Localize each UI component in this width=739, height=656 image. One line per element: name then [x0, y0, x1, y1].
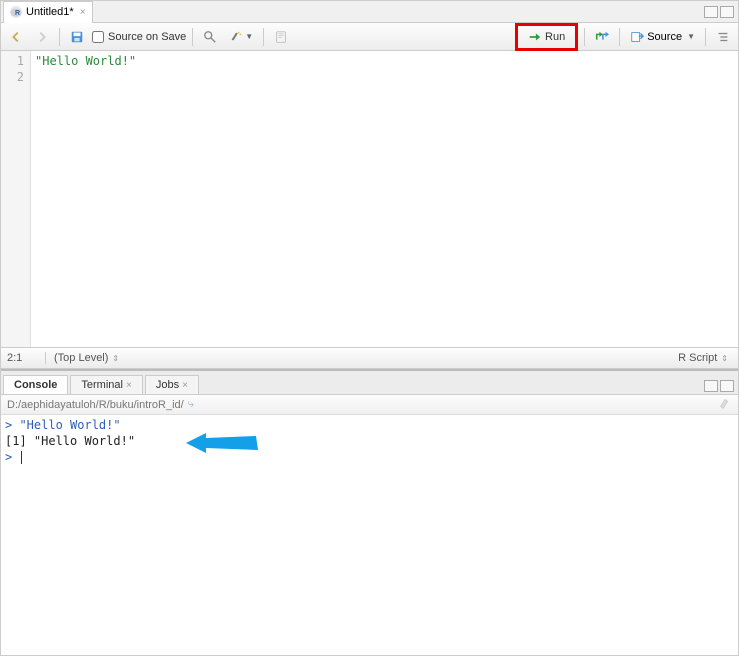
editor-toolbar: Source on Save ▼ Run Source ▼ — [1, 23, 738, 51]
find-replace-button[interactable] — [199, 26, 221, 48]
close-icon[interactable]: × — [80, 7, 86, 18]
editor-pane: 1 2 "Hello World!" — [1, 51, 738, 347]
forward-button[interactable] — [31, 26, 53, 48]
show-outline-button[interactable] — [712, 26, 734, 48]
clear-console-icon[interactable] — [718, 396, 732, 413]
scope-selector[interactable]: (Top Level)⇕ — [45, 352, 678, 364]
maximize-pane-icon[interactable] — [720, 380, 734, 392]
run-label: Run — [545, 31, 565, 43]
updown-icon: ⇕ — [112, 354, 119, 363]
console-output[interactable]: > "Hello World!" [1] "Hello World!" > — [1, 415, 738, 655]
console-pathbar: D:/aephidayatuloh/R/buku/introR_id/ ⤷ — [1, 395, 738, 415]
console-tabbar: Console Terminal × Jobs × — [1, 371, 738, 395]
line-number: 2 — [5, 69, 24, 85]
save-button[interactable] — [66, 26, 88, 48]
close-icon[interactable]: × — [182, 380, 188, 391]
r-script-icon: R — [10, 6, 22, 18]
source-on-save-checkbox[interactable]: Source on Save — [92, 31, 186, 43]
language-selector[interactable]: R Script⇕ — [678, 352, 732, 364]
file-tab-untitled1[interactable]: R Untitled1* × — [3, 1, 93, 23]
updown-icon: ⇕ — [721, 354, 728, 363]
bottom-panel: Console Terminal × Jobs × D:/aephidayatu… — [1, 369, 738, 655]
editor-gutter: 1 2 — [1, 51, 31, 347]
source-label: Source — [647, 31, 682, 43]
code-line: "Hello World!" — [35, 54, 136, 68]
svg-text:R: R — [15, 10, 20, 17]
cursor-position[interactable]: 2:1 — [7, 352, 45, 364]
cursor-icon — [21, 451, 22, 464]
minimize-pane-icon[interactable] — [704, 380, 718, 392]
editor-statusbar: 2:1 (Top Level)⇕ R Script⇕ — [1, 347, 738, 369]
goto-directory-icon[interactable]: ⤷ — [188, 398, 194, 411]
console-input-echo: "Hello World!" — [12, 418, 120, 432]
chevron-down-icon: ▼ — [687, 32, 695, 41]
console-result: [1] "Hello World!" — [5, 433, 734, 449]
code-editor[interactable]: "Hello World!" — [31, 51, 738, 347]
close-icon[interactable]: × — [126, 380, 132, 391]
run-button[interactable]: Run — [520, 26, 573, 48]
tab-jobs[interactable]: Jobs × — [145, 375, 199, 394]
console-pane-controls — [704, 380, 738, 394]
editor-pane-controls — [704, 6, 738, 18]
line-number: 1 — [5, 53, 24, 69]
editor-tabbar: R Untitled1* × — [1, 1, 738, 23]
back-button[interactable] — [5, 26, 27, 48]
working-directory[interactable]: D:/aephidayatuloh/R/buku/introR_id/ — [7, 399, 184, 411]
source-button[interactable]: Source ▼ — [626, 30, 699, 44]
tab-terminal[interactable]: Terminal × — [70, 375, 142, 394]
maximize-pane-icon[interactable] — [720, 6, 734, 18]
minimize-pane-icon[interactable] — [704, 6, 718, 18]
chevron-down-icon: ▼ — [245, 32, 253, 41]
code-tools-button[interactable]: ▼ — [225, 26, 257, 48]
source-on-save-label: Source on Save — [108, 31, 186, 43]
tab-console[interactable]: Console — [3, 375, 68, 394]
run-button-highlight: Run — [515, 23, 578, 51]
compile-report-button[interactable] — [270, 26, 292, 48]
console-prompt: > — [5, 450, 12, 464]
file-tab-title: Untitled1* — [26, 6, 74, 18]
rerun-button[interactable] — [591, 26, 613, 48]
